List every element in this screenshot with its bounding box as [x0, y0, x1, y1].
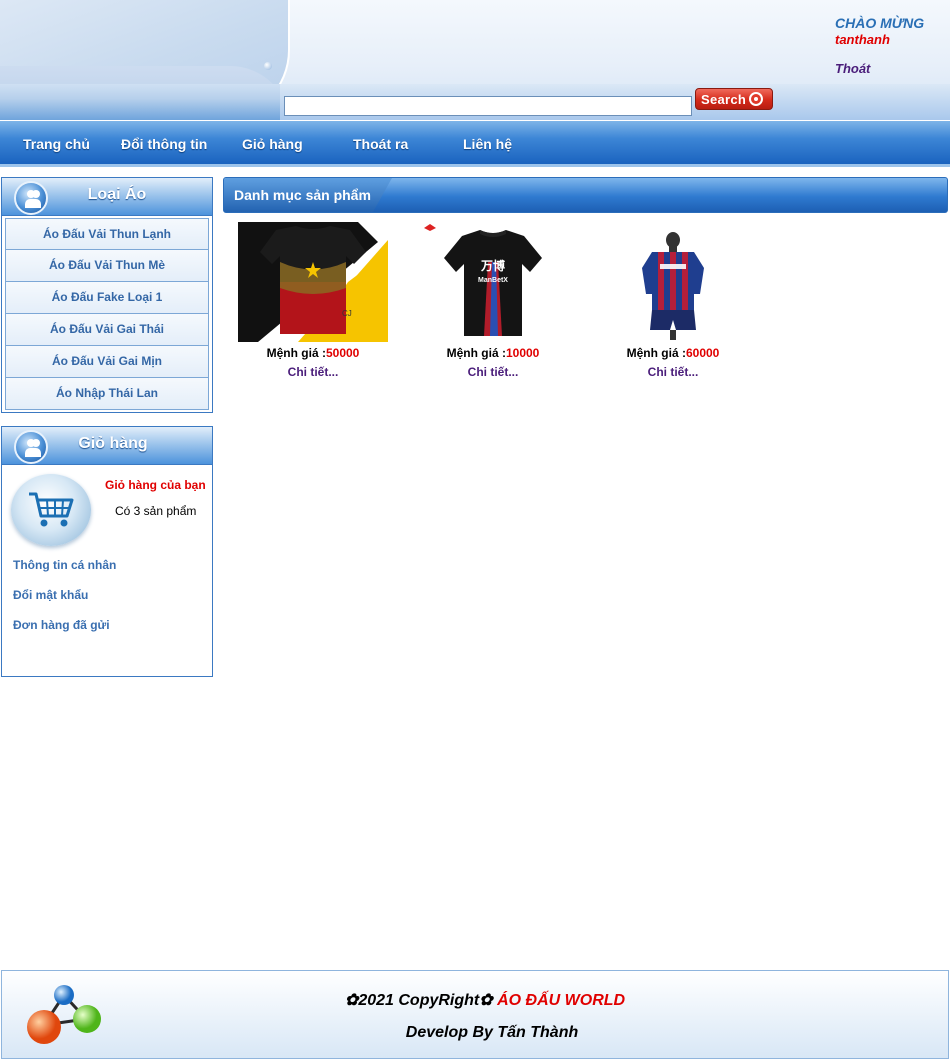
category-box: Loại Áo Áo Đấu Vải Thun Lạnh Áo Đấu Vải … [1, 177, 213, 413]
product-image[interactable]: 万博 ManBetX [418, 222, 568, 342]
header-dot [264, 62, 272, 70]
price-value: 50000 [325, 346, 360, 360]
shopping-cart-icon [11, 474, 91, 546]
price-value: 10000 [505, 346, 540, 360]
logout-link[interactable]: Thoát [835, 61, 870, 76]
main-nav: Trang chủ Đổi thông tin Giỏ hàng Thoát r… [0, 121, 950, 167]
product-price: Mệnh giá :60000 [598, 346, 748, 360]
page: CHÀO MỪNG tanthanh Thoát Search Trang ch… [0, 0, 950, 1060]
cart-count: Có 3 sản phẩm [115, 504, 197, 518]
search-button[interactable]: Search [695, 88, 773, 110]
category-box-header: Loại Áo [2, 178, 212, 216]
price-label: Mệnh giá : [626, 346, 686, 360]
nav-item-home[interactable]: Trang chủ [23, 121, 90, 167]
product-image[interactable]: CJ [238, 222, 388, 342]
svg-text:万博: 万博 [480, 258, 505, 273]
product-card: Mệnh giá :60000 Chi tiết... [598, 222, 748, 379]
brand-name: ÁO ĐẤU WORLD [497, 992, 626, 1009]
svg-text:CJ: CJ [342, 309, 352, 318]
svg-text:ManBetX: ManBetX [478, 277, 508, 284]
category-item[interactable]: Áo Đấu Vải Gai Mịn [5, 346, 209, 378]
price-value: 60000 [685, 346, 720, 360]
product-card: 万博 ManBetX Mệnh giá :10000 Chi tiết... [418, 222, 568, 379]
category-item[interactable]: Áo Đấu Vải Thun Lạnh [5, 218, 209, 250]
price-label: Mệnh giá : [446, 346, 506, 360]
search-icon [749, 92, 764, 106]
category-item[interactable]: Áo Đấu Vải Gai Thái [5, 314, 209, 346]
cart-box: Giỏ hàng Giỏ hàng của bạn Có 3 sản phẩm … [1, 426, 213, 677]
footer: ✿2021 CopyRight✿ ÁO ĐẤU WORLD Develop By… [1, 970, 949, 1059]
developer-credit: Develop By Tấn Thành [405, 1024, 579, 1041]
nav-item-logout[interactable]: Thoát ra [353, 121, 408, 167]
category-item[interactable]: Áo Đấu Vải Thun Mè [5, 250, 209, 282]
category-list: Áo Đấu Vải Thun Lạnh Áo Đấu Vải Thun Mè … [5, 218, 209, 410]
header-banner: CHÀO MỪNG tanthanh Thoát Search [0, 0, 950, 120]
price-label: Mệnh giá : [266, 346, 326, 360]
nav-item-cart[interactable]: Giỏ hàng [242, 121, 303, 167]
product-price: Mệnh giá :10000 [418, 346, 568, 360]
cart-box-title: Giỏ hàng [78, 435, 148, 452]
copyright-text: ✿2021 CopyRight✿ ÁO ĐẤU WORLD [2, 990, 950, 1010]
product-card: CJ Mệnh giá :50000 Chi tiết... [238, 222, 388, 379]
nav-item-change-info[interactable]: Đổi thông tin [121, 121, 207, 167]
product-detail-link[interactable]: Chi tiết... [418, 365, 568, 379]
product-price: Mệnh giá :50000 [238, 346, 388, 360]
username: tanthanh [835, 32, 890, 47]
content-title: Danh mục sản phẩm [234, 187, 371, 203]
category-item[interactable]: Áo Đấu Fake Loại 1 [5, 282, 209, 314]
search-input[interactable] [284, 96, 692, 116]
product-detail-link[interactable]: Chi tiết... [598, 365, 748, 379]
profile-link[interactable]: Thông tin cá nhân [13, 558, 116, 572]
content-header: Danh mục sản phẩm [223, 177, 948, 213]
nav-item-contact[interactable]: Liên hệ [463, 121, 512, 167]
product-image[interactable] [598, 222, 748, 342]
copyright-prefix: ✿2021 CopyRight✿ [344, 992, 498, 1009]
category-box-title: Loại Áo [87, 186, 147, 203]
welcome-text: CHÀO MỪNG [835, 15, 925, 31]
sent-orders-link[interactable]: Đơn hàng đã gửi [13, 618, 110, 632]
category-item[interactable]: Áo Nhập Thái Lan [5, 378, 209, 410]
search-button-label: Search [701, 91, 747, 107]
product-detail-link[interactable]: Chi tiết... [238, 365, 388, 379]
change-password-link[interactable]: Đổi mật khẩu [13, 588, 88, 602]
cart-box-header: Giỏ hàng [2, 427, 212, 465]
cart-title: Giỏ hàng của bạn [105, 478, 206, 492]
